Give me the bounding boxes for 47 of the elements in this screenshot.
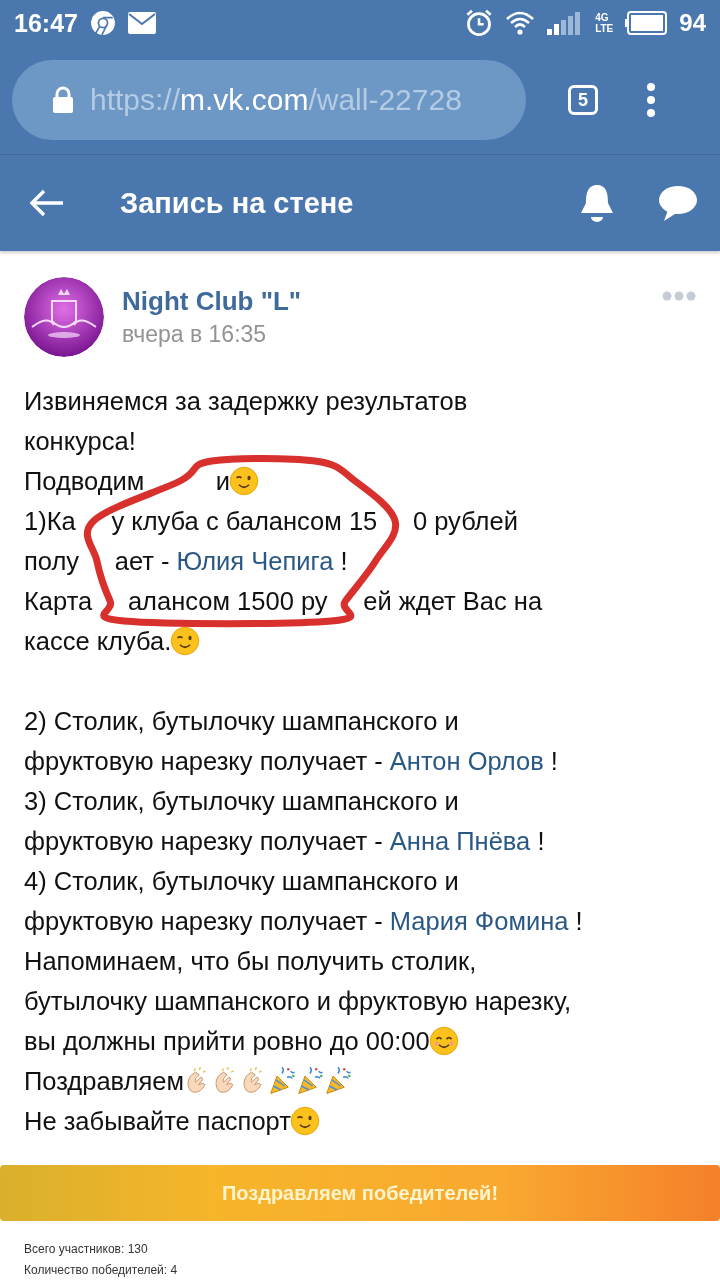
winners-banner: Поздравляем победителей! [0,1165,720,1221]
lock-icon [52,86,74,114]
post-line: Не забывайте паспорт [24,1101,696,1141]
bell-icon[interactable] [578,183,616,223]
mail-icon [127,12,156,34]
battery-icon [625,11,668,35]
chrome-icon [89,10,116,36]
post-line: полу ает - Юлия Чепига ! [24,541,696,581]
menu-icon[interactable] [646,83,656,117]
post-line: Поздравляем [24,1061,696,1101]
chat-bubble-icon[interactable] [658,184,698,222]
stats-text: Количество победителей: 4 [24,1262,179,1279]
wink-emoji-icon [229,466,259,496]
post-line: 1)Ка у клуба с балансом 15 0 рублей [24,506,519,537]
network-label: 4G [595,12,610,23]
user-link[interactable]: Антон Орлов [389,741,544,781]
post-line: кассе клуба. [24,621,696,661]
smile-emoji-icon [428,1026,459,1056]
post-line: 3) Столик, бутылочку шампанского и [24,786,460,817]
post-line: Подводим и [24,461,696,501]
post-line: фруктовую нарезку получает - Анна Пнёва ! [24,821,696,861]
wifi-icon [505,10,536,36]
user-link[interactable]: Юлия Чепига [176,541,334,581]
user-link[interactable]: Анна Пнёва [389,821,531,861]
post-line: конкурса! [24,426,137,457]
author-name[interactable]: Night Club "L" [122,286,644,317]
post-line: 4) Столик, бутылочку шампанского и [24,866,460,897]
tab-count-button[interactable]: 5 [568,85,598,115]
alarm-icon [465,9,494,37]
post-line: 2) Столик, бутылочку шампанского и [24,706,460,737]
post-time: вчера в 16:35 [122,321,268,348]
post-line: бутылочку шампанского и фруктовую нарезку, [24,986,573,1017]
post-line: фруктовую нарезку получает - Антон Орлов ! [24,741,696,781]
wink-emoji-icon [289,1106,320,1136]
back-icon[interactable] [30,189,64,217]
post-line: вы должны прийти ровно до 00:00 [24,1021,696,1061]
status-time: 16:47 [14,8,78,38]
wink-emoji-icon [170,626,201,656]
post-line: Напоминаем, что бы получить столик, [24,946,478,977]
post-line: Карта алансом 1500 ру ей ждет Вас на [24,586,544,617]
stats-text: Всего участников: 130 [24,1241,149,1258]
page-title: Запись на стене [120,186,354,220]
network-label: LTE [595,23,614,34]
battery-level: 94 [679,9,706,37]
user-link[interactable]: Мария Фомина [389,901,569,941]
post-line: фруктовую нарезку получает - Мария Фомина ! [24,901,696,941]
post-line: Извиняемся за задержку результатов [24,386,469,417]
